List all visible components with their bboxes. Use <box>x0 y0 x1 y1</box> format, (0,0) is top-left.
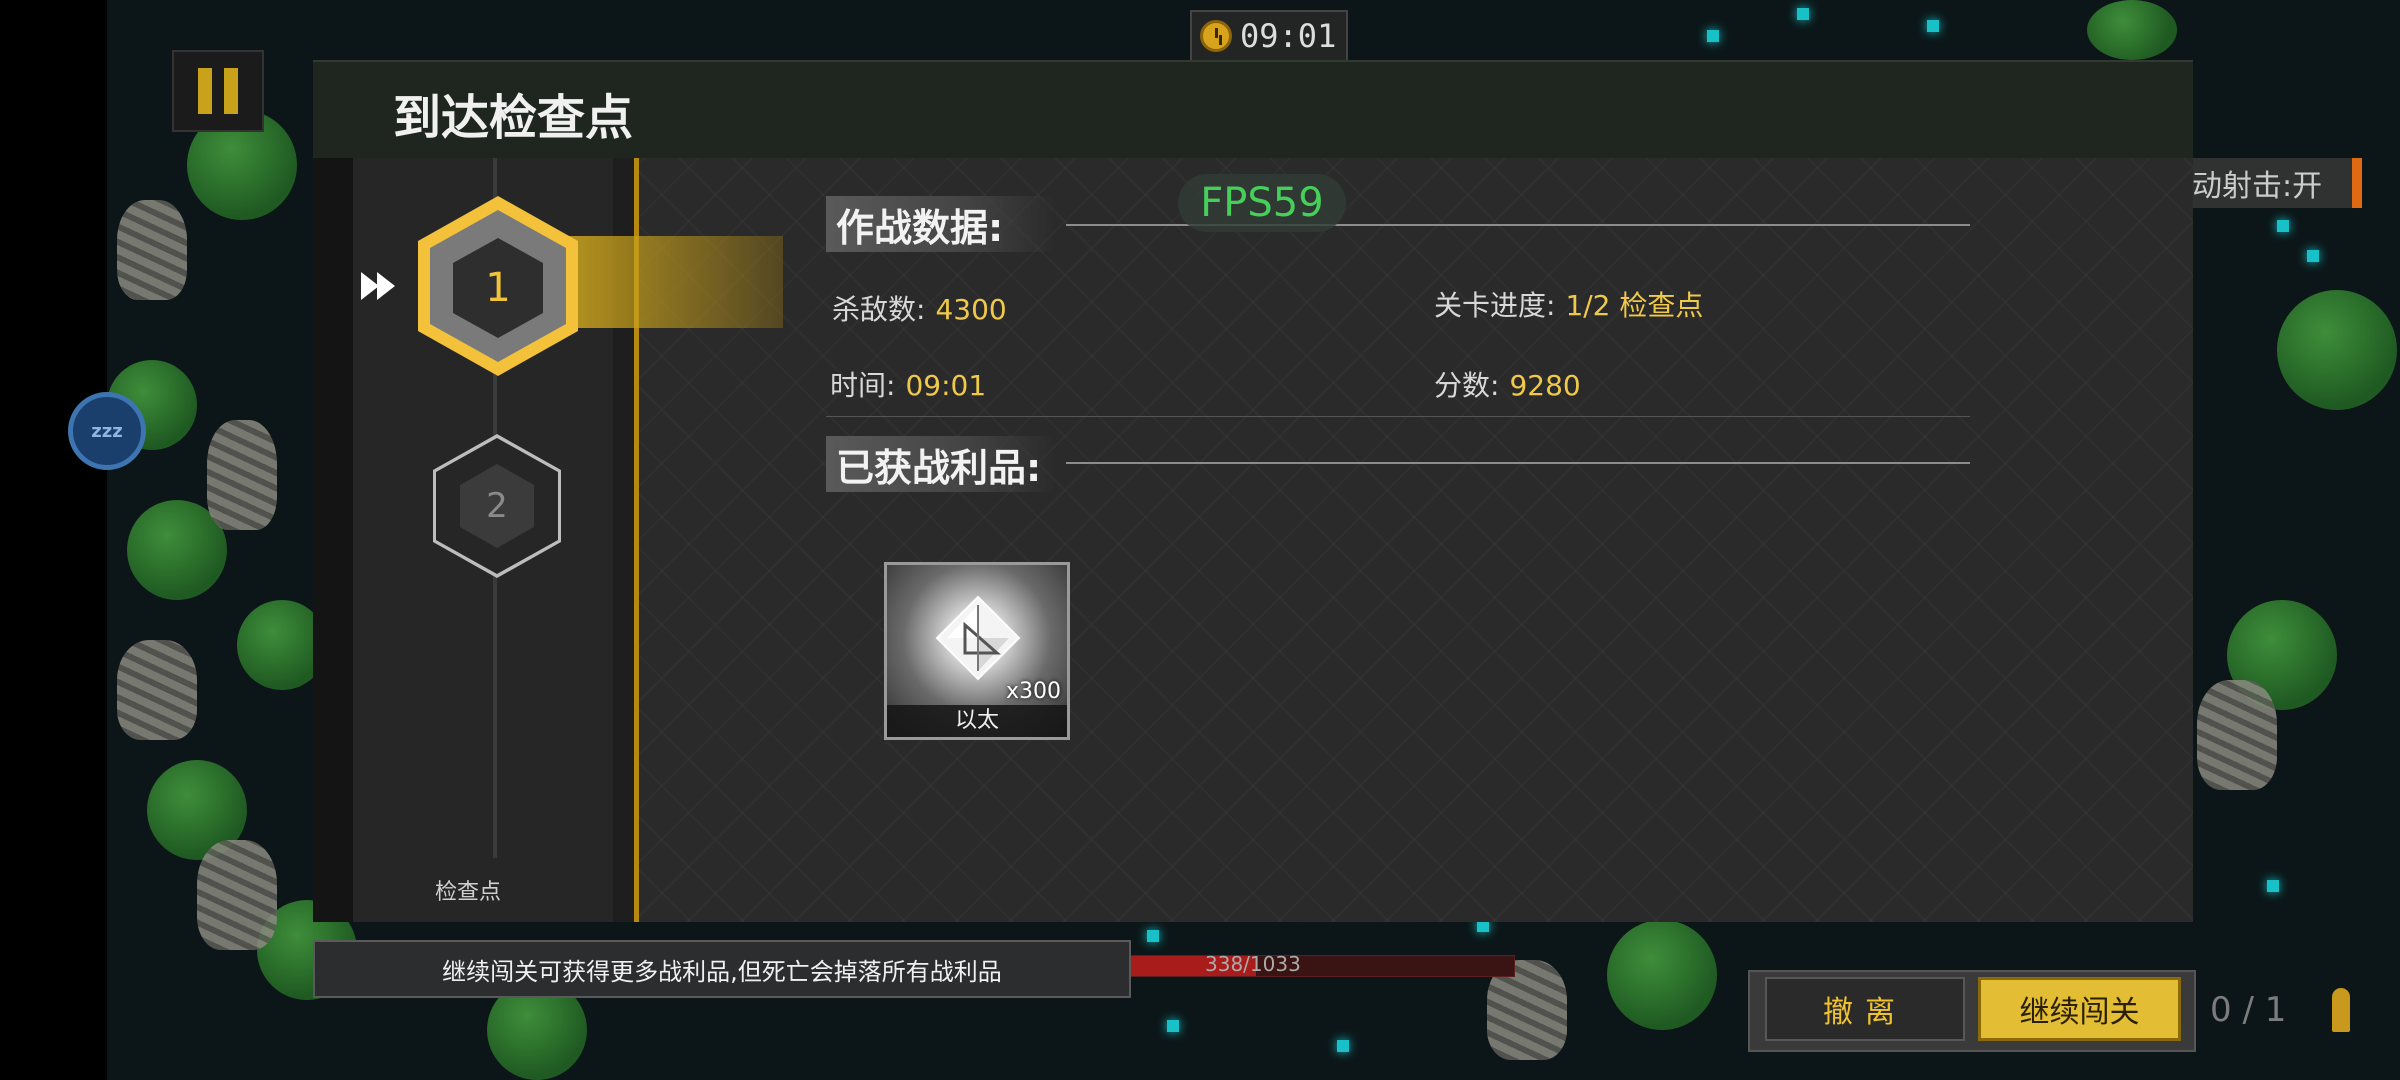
checkpoint-label: 检查点 <box>434 880 501 905</box>
timer-text: 09:01 <box>1240 17 1337 55</box>
progress-value: 1/2 检查点 <box>1565 289 1704 322</box>
game-timer: 09:01 <box>1190 10 1348 62</box>
stats-divider <box>826 416 1970 417</box>
sleep-status-badge[interactable]: zzz <box>68 392 146 470</box>
ether-crystal-icon <box>935 595 1021 681</box>
combat-data-heading: 作战数据: <box>826 196 1056 252</box>
warning-tip: 继续闯关可获得更多战利品,但死亡会掉落所有战利品 <box>313 940 1131 998</box>
checkpoint-track: 1 2 检查点 <box>313 158 783 922</box>
retreat-button[interactable]: 撤离 <box>1765 977 1965 1041</box>
score-value: 9280 <box>1509 369 1581 402</box>
current-position-arrow-icon <box>361 272 395 300</box>
hp-text: 338/1033 <box>1205 952 1301 976</box>
hp-bar <box>1130 955 1515 977</box>
auto-shoot-toggle[interactable]: 动射击:开 <box>2186 158 2362 208</box>
pause-button[interactable] <box>172 50 264 132</box>
kills-value: 4300 <box>935 293 1007 326</box>
time-label: 时间: <box>830 369 896 402</box>
loot-heading: 已获战利品: <box>826 436 1056 492</box>
kills-stat: 杀敌数: 4300 <box>832 288 1007 328</box>
score-label: 分数: <box>1434 369 1500 402</box>
bullet-icon <box>2332 988 2350 1032</box>
loot-item-ether[interactable]: x300 以太 <box>884 562 1070 740</box>
dialog-title: 到达检查点 <box>393 90 634 146</box>
score-stat: 分数: 9280 <box>1434 364 1581 404</box>
loot-name: 以太 <box>887 705 1067 737</box>
time-stat: 时间: 09:01 <box>830 364 986 404</box>
pause-icon <box>198 68 212 114</box>
section-divider <box>1066 462 1970 464</box>
continue-button[interactable]: 继续闯关 <box>1978 977 2181 1041</box>
kills-label: 杀敌数: <box>832 293 926 326</box>
time-value: 09:01 <box>905 369 987 402</box>
progress-stat: 关卡进度: 1/2 检查点 <box>1434 284 1703 324</box>
fps-counter: FPS59 <box>1178 174 1346 232</box>
clock-icon <box>1200 20 1232 52</box>
progress-label: 关卡进度: <box>1434 289 1556 322</box>
ammo-count: 0 / 1 <box>2210 990 2287 1030</box>
dialog-header: 到达检查点 <box>313 60 2193 158</box>
loot-quantity: x300 <box>1005 679 1061 704</box>
